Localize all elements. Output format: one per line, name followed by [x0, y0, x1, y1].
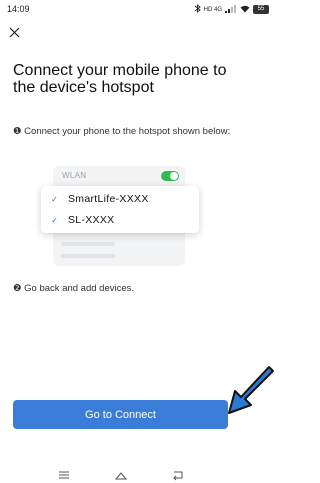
wifi-icon: [240, 5, 250, 15]
status-time: 14:09: [7, 4, 30, 14]
home-icon: [114, 472, 128, 480]
bluetooth-icon: [194, 4, 201, 15]
close-button[interactable]: [6, 24, 22, 40]
checkmark-icon: ✓: [51, 194, 58, 204]
network-item: ✓ SmartLife-XXXX: [41, 189, 199, 209]
step-2-text: Go back and add devices.: [24, 283, 135, 294]
status-bar: 14:09 HD 4G 55: [0, 0, 277, 20]
battery-icon: 55: [253, 5, 269, 14]
network-item: ✓ SL-XXXX: [41, 210, 199, 230]
menu-icon: [59, 471, 69, 479]
step-2: ❷ Go back and add devices.: [13, 283, 263, 294]
step-1-number: ❶: [13, 126, 22, 137]
step-2-number: ❷: [13, 283, 22, 294]
wlan-label: WLAN: [62, 171, 87, 180]
system-nav-bar: [0, 466, 277, 483]
signal-icon: [225, 4, 237, 15]
close-icon: [9, 27, 19, 37]
pointer-arrow-icon: [228, 366, 274, 414]
go-to-connect-button[interactable]: Go to Connect: [13, 400, 228, 429]
status-icons: HD 4G 55: [194, 4, 269, 15]
wlan-toggle: [161, 171, 179, 181]
home-button[interactable]: [114, 468, 128, 480]
network-name: SmartLife-XXXX: [68, 193, 149, 205]
placeholder-bar: [61, 242, 115, 246]
network-list-popup: ✓ SmartLife-XXXX ✓ SL-XXXX: [41, 186, 199, 233]
placeholder-bar: [61, 254, 115, 258]
checkmark-icon: ✓: [51, 215, 58, 225]
menu-button[interactable]: [57, 468, 71, 480]
step-1: ❶ Connect your phone to the hotspot show…: [13, 126, 263, 137]
back-icon: [173, 471, 183, 481]
network-name: SL-XXXX: [68, 214, 115, 226]
step-1-text: Connect your phone to the hotspot shown …: [24, 126, 231, 137]
page-title: Connect your mobile phone to the device'…: [13, 62, 227, 96]
back-button[interactable]: [171, 468, 185, 481]
network-indicators: HD 4G: [203, 6, 222, 13]
